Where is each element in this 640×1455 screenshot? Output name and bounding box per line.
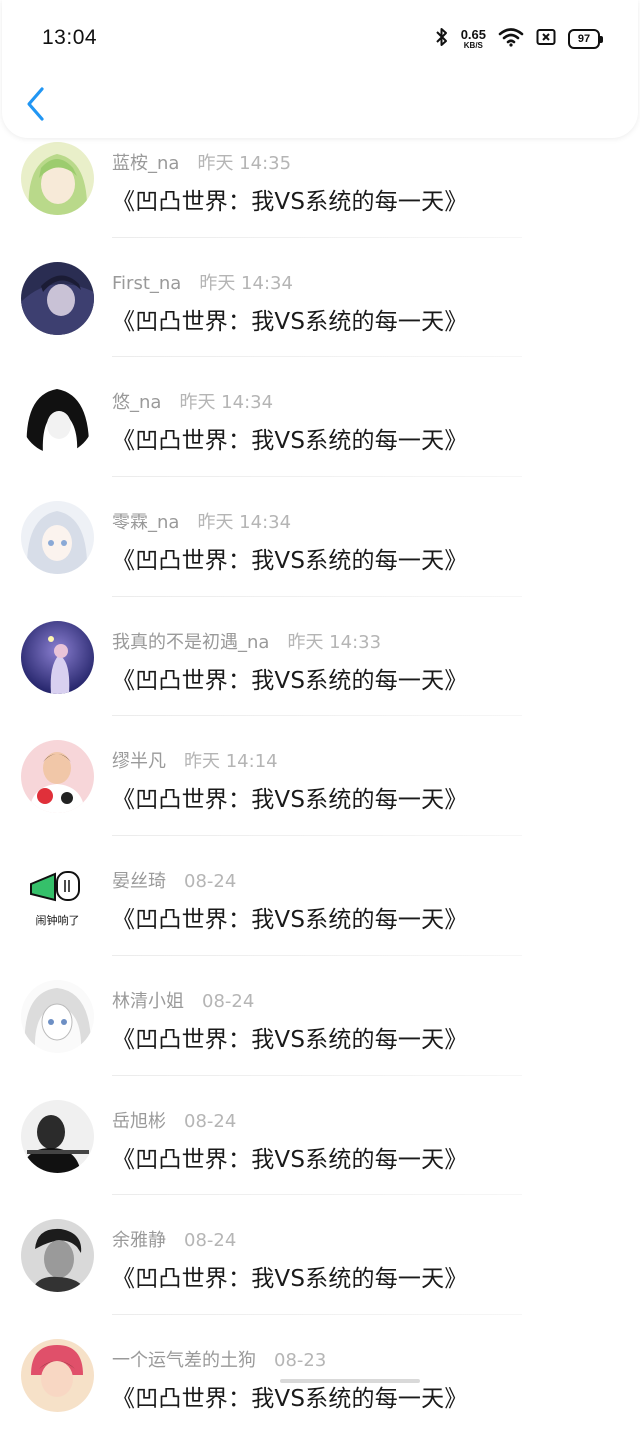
avatar[interactable] [21,142,94,215]
avatar[interactable] [21,1338,94,1412]
list-item[interactable]: 蓝桉_na 昨天 14:35 《凹凸世界：我VS系统的每一天》 [0,138,640,258]
list-item[interactable]: 余雅静 08-24 《凹凸世界：我VS系统的每一天》 [0,1215,640,1335]
avatar[interactable] [21,1099,94,1173]
item-text[interactable]: 《凹凸世界：我VS系统的每一天》 [112,1379,468,1413]
list-item[interactable]: 我真的不是初遇_na 昨天 14:33 《凹凸世界：我VS系统的每一天》 [0,617,640,737]
user-name[interactable]: 悠_na [112,392,161,413]
item-text[interactable]: 《凹凸世界：我VS系统的每一天》 [112,780,468,814]
user-name[interactable]: 岳旭彬 [112,1111,166,1132]
item-text[interactable]: 《凹凸世界：我VS系统的每一天》 [112,1140,468,1174]
item-time: 08-24 [202,990,255,1012]
avatar[interactable] [21,620,94,694]
bluetooth-icon [435,27,449,51]
item-time: 08-23 [274,1349,327,1371]
item-text[interactable]: 《凹凸世界：我VS系统的每一天》 [112,900,468,934]
item-time: 昨天 14:34 [199,272,293,294]
item-meta: 晏丝琦 08-24 [112,867,236,893]
user-name[interactable]: 缪半凡 [112,751,166,772]
divider [112,835,522,837]
item-meta: 一个运气差的土狗 08-23 [112,1346,326,1372]
user-name[interactable]: 晏丝琦 [112,871,166,892]
back-button[interactable] [22,86,52,122]
item-meta: 林清小姐 08-24 [112,987,254,1013]
item-time: 08-24 [184,871,237,893]
item-meta: 我真的不是初遇_na 昨天 14:33 [112,628,381,654]
avatar[interactable] [21,261,94,335]
sim-off-icon [536,28,556,50]
top-app-bar: 13:04 0.65 KB/S 97 [2,0,638,138]
network-speed: 0.65 KB/S [461,28,486,50]
item-text[interactable]: 《凹凸世界：我VS系统的每一天》 [112,661,468,695]
item-text[interactable]: 《凹凸世界：我VS系统的每一天》 [112,541,468,575]
list-item[interactable]: 林清小姐 08-24 《凹凸世界：我VS系统的每一天》 [0,976,640,1096]
item-time: 昨天 14:34 [197,512,292,534]
item-text[interactable]: 《凹凸世界：我VS系统的每一天》 [112,182,468,216]
user-name[interactable]: 一个运气差的土狗 [112,1350,256,1371]
item-meta: 零霖_na 昨天 14:34 [112,508,291,534]
item-text[interactable]: 《凹凸世界：我VS系统的每一天》 [112,421,468,455]
divider [112,476,522,478]
list-item[interactable]: 闹钟响了 晏丝琦 08-24 《凹凸世界：我VS系统的每一天》 [0,856,640,976]
divider [112,1313,522,1315]
item-text[interactable]: 《凹凸世界：我VS系统的每一天》 [112,1259,468,1293]
divider [112,715,522,717]
list-item[interactable]: 岳旭彬 08-24 《凹凸世界：我VS系统的每一天》 [0,1096,640,1216]
divider [112,236,522,238]
item-time: 昨天 14:14 [184,751,278,773]
user-name[interactable]: 林清小姐 [112,991,184,1012]
divider [112,1074,522,1076]
status-bar: 13:04 0.65 KB/S 97 [2,0,638,78]
divider [112,595,522,597]
battery-icon: 97 [568,29,603,49]
status-time: 13:04 [42,26,98,49]
item-meta: 悠_na 昨天 14:34 [112,388,273,414]
item-time: 08-24 [184,1110,237,1132]
avatar[interactable] [21,979,94,1053]
divider [112,356,522,358]
network-speed-unit: KB/S [463,41,483,50]
wifi-icon [498,27,524,51]
user-name[interactable]: First_na [112,273,181,294]
item-meta: 缪半凡 昨天 14:14 [112,747,278,773]
item-time: 昨天 14:34 [179,392,274,414]
avatar-caption: 闹钟响了 [35,914,80,928]
item-time: 昨天 14:35 [197,153,292,174]
status-icons: 0.65 KB/S 97 [435,26,603,52]
home-indicator [280,1379,420,1383]
item-meta: First_na 昨天 14:34 [112,269,293,295]
avatar[interactable] [21,381,94,455]
list-item[interactable]: 缪半凡 昨天 14:14 《凹凸世界：我VS系统的每一天》 [0,736,640,856]
list-item[interactable]: 悠_na 昨天 14:34 《凹凸世界：我VS系统的每一天》 [0,377,640,497]
item-meta: 岳旭彬 08-24 [112,1107,236,1133]
avatar[interactable]: 闹钟响了 [21,860,94,934]
divider [112,1194,522,1196]
avatar[interactable] [21,740,94,814]
back-chevron-icon [22,87,52,126]
user-name[interactable]: 零霖_na [112,512,179,533]
avatar[interactable] [21,501,94,575]
item-time: 昨天 14:33 [287,631,382,653]
user-name[interactable]: 我真的不是初遇_na [112,632,269,653]
item-text[interactable]: 《凹凸世界：我VS系统的每一天》 [112,1020,468,1054]
divider [112,954,522,956]
item-meta: 余雅静 08-24 [112,1226,236,1252]
item-time: 08-24 [184,1230,237,1252]
comment-list: 蓝桉_na 昨天 14:35 《凹凸世界：我VS系统的每一天》 First_na 昨… [0,138,640,1455]
list-item[interactable]: First_na 昨天 14:34 《凹凸世界：我VS系统的每一天》 [0,258,640,378]
list-item[interactable]: 零霖_na 昨天 14:34 《凹凸世界：我VS系统的每一天》 [0,497,640,617]
avatar[interactable] [21,1219,94,1293]
network-speed-value: 0.65 [460,27,486,42]
list-item[interactable]: 一个运气差的土狗 08-23 《凹凸世界：我VS系统的每一天》 [0,1335,640,1455]
user-name[interactable]: 余雅静 [112,1230,166,1251]
item-text[interactable]: 《凹凸世界：我VS系统的每一天》 [112,302,468,336]
item-meta: 蓝桉_na 昨天 14:35 [112,149,291,175]
user-name[interactable]: 蓝桉_na [112,153,179,174]
